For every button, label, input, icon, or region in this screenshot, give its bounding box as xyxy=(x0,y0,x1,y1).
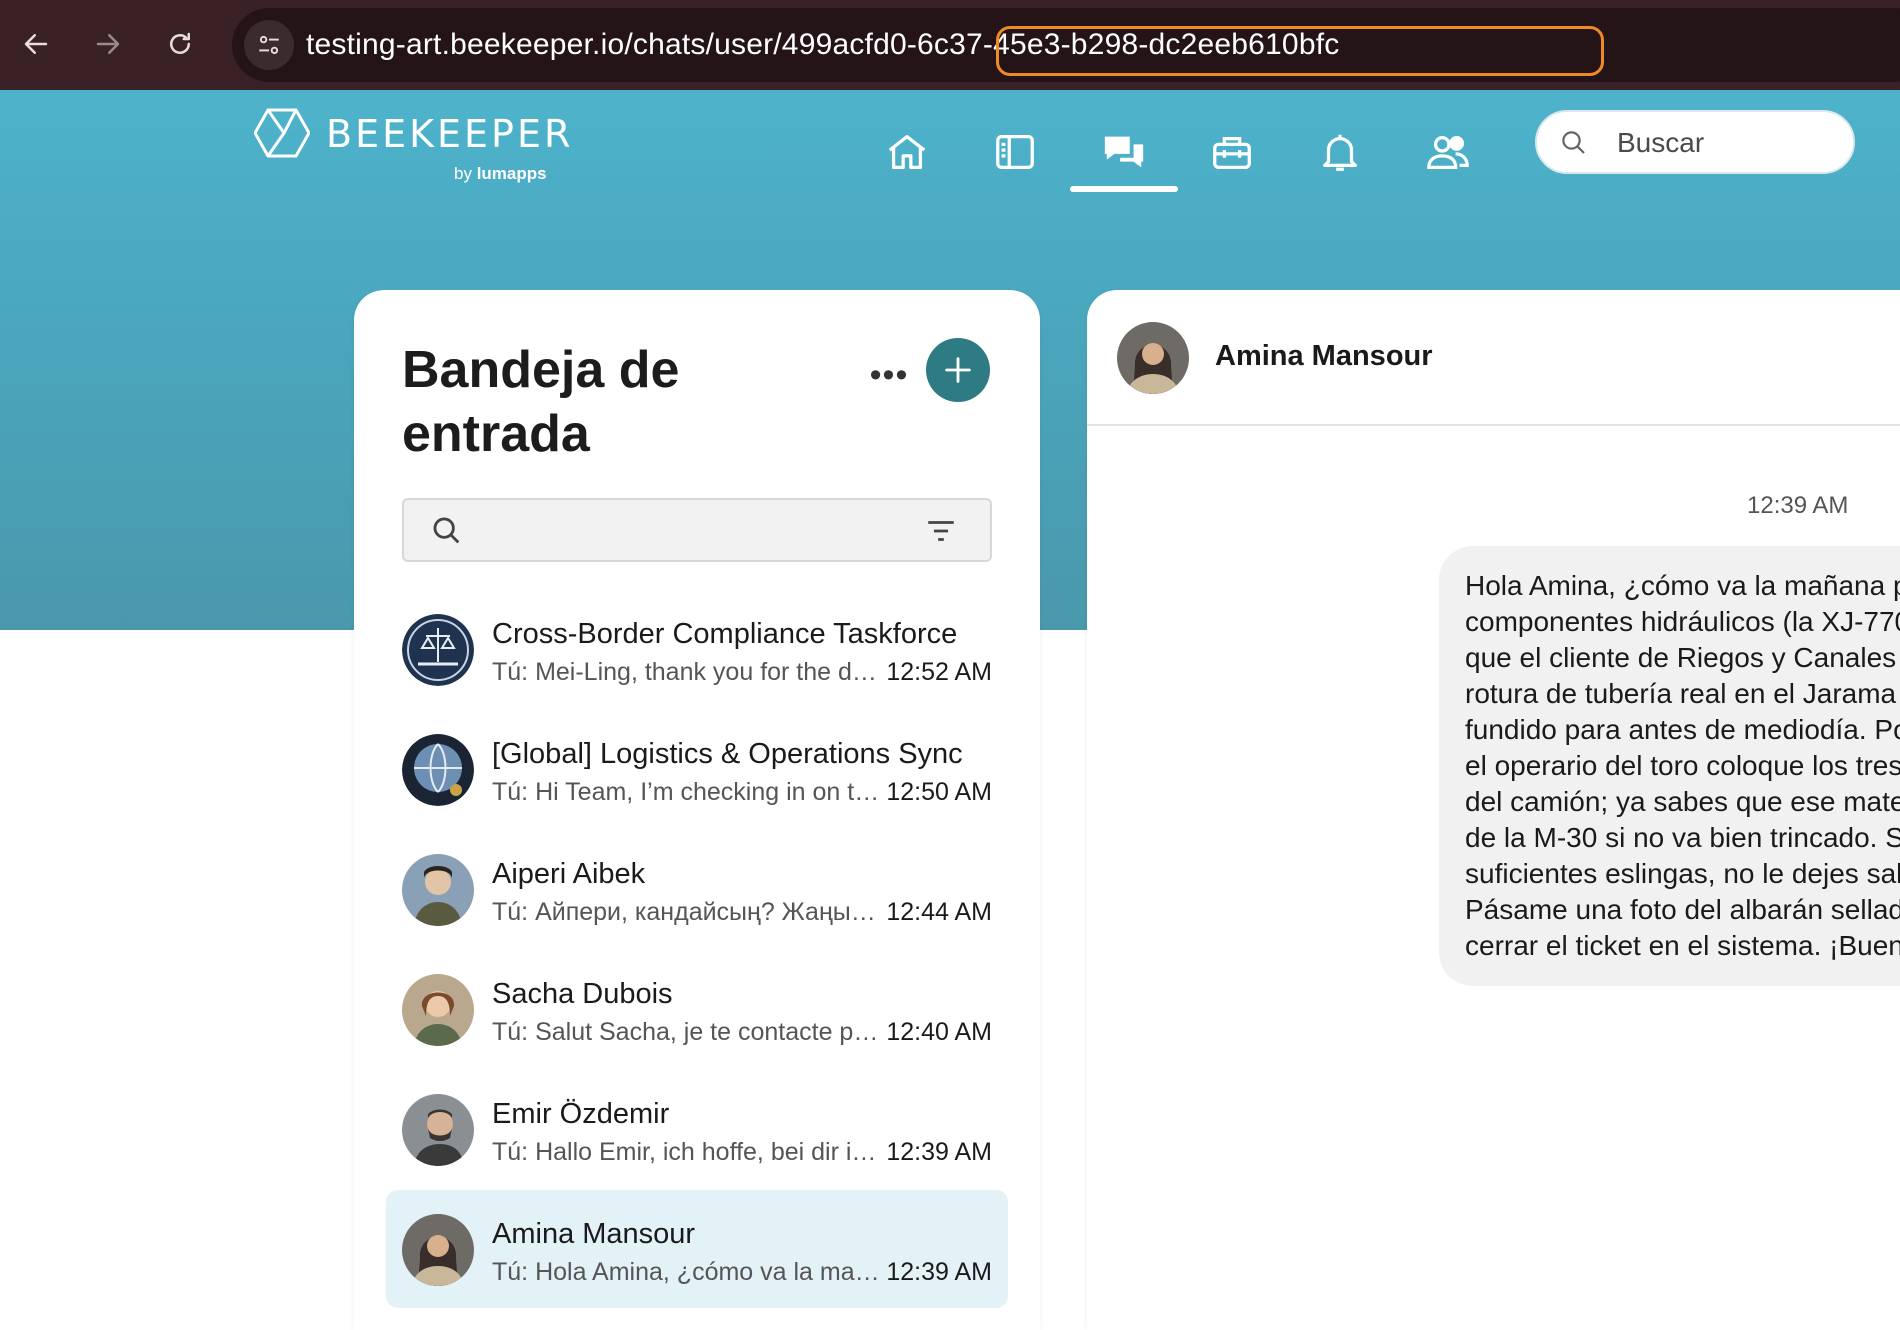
person-photo-icon xyxy=(402,1214,474,1286)
message-line: cerrar el ticket en el sistema. ¡Buen xyxy=(1465,930,1900,961)
chat-list-item[interactable]: [Global] Logistics & Operations Sync Tú:… xyxy=(386,710,1008,828)
inbox-title: Bandeja de entrada xyxy=(402,341,680,463)
chat-list-item[interactable]: Sacha Dubois Tú: Salut Sacha, je te cont… xyxy=(386,950,1008,1068)
message-timestamp: 12:39 AM xyxy=(1747,492,1849,519)
inbox-search-field[interactable] xyxy=(402,498,992,562)
person-photo-icon xyxy=(402,854,474,926)
filter-icon[interactable] xyxy=(924,516,958,546)
nav-home[interactable] xyxy=(853,112,961,192)
message-line: componentes hidráulicos (la XJ-770 xyxy=(1465,606,1900,637)
nav-notifications[interactable] xyxy=(1286,112,1394,192)
message-line: el operario del toro coloque los tres xyxy=(1465,750,1900,781)
person-photo-icon xyxy=(1117,322,1189,394)
global-search-input[interactable] xyxy=(1617,122,1837,164)
chat-time: 12:39 AM xyxy=(886,1138,992,1166)
user-avatar xyxy=(402,1094,474,1166)
chat-name: Emir Özdemir xyxy=(492,1098,670,1130)
group-avatar xyxy=(402,734,474,806)
user-avatar xyxy=(402,1214,474,1286)
chat-time: 12:40 AM xyxy=(886,1018,992,1046)
chat-name: Cross-Border Compliance Taskforce xyxy=(492,618,958,650)
chat-name: Amina Mansour xyxy=(492,1218,696,1250)
plus-icon xyxy=(945,357,971,383)
person-photo-icon xyxy=(402,974,474,1046)
message-line: de la M-30 si no va bien trincado. Si xyxy=(1465,822,1900,853)
more-options-button[interactable]: ••• xyxy=(854,340,924,410)
arrow-right-icon xyxy=(96,34,120,54)
address-bar[interactable]: testing-art.beekeeper.io/chats/user/499a… xyxy=(232,8,1900,82)
conversation-panel: Amina Mansour 12:39 AM Hola Amina, ¿cómo… xyxy=(1087,290,1900,1330)
chat-time: 12:50 AM xyxy=(886,778,992,806)
message-line: del camión; ya sabes que ese mater xyxy=(1465,786,1900,817)
home-icon xyxy=(888,135,926,169)
chat-preview: Tú: Mei-Ling, thank you for the de... xyxy=(492,658,882,686)
nav-toolbox[interactable] xyxy=(1178,112,1286,192)
chats-icon xyxy=(1104,136,1144,168)
more-icon: ••• xyxy=(869,355,909,394)
people-icon xyxy=(1427,135,1469,169)
inbox-panel: Bandeja de entrada ••• Cross-Border Comp… xyxy=(354,290,1040,1330)
active-nav-indicator xyxy=(1070,186,1178,192)
nav-chats[interactable] xyxy=(1070,112,1178,192)
reload-button[interactable] xyxy=(158,22,202,66)
notifications-icon xyxy=(1323,134,1357,171)
arrow-left-icon xyxy=(24,34,48,54)
chat-list-item[interactable]: Emir Özdemir Tú: Hallo Emir, ich hoffe, … xyxy=(386,1070,1008,1188)
chat-time: 12:39 AM xyxy=(886,1258,992,1286)
back-button[interactable] xyxy=(14,22,58,66)
compliance-badge-icon xyxy=(402,614,474,686)
group-avatar xyxy=(402,614,474,686)
browser-toolbar: testing-art.beekeeper.io/chats/user/499a… xyxy=(0,0,1900,90)
tune-icon xyxy=(259,35,279,55)
search-icon xyxy=(433,517,460,544)
reload-icon xyxy=(170,32,190,54)
chat-time: 12:52 AM xyxy=(886,658,992,686)
chat-name: [Global] Logistics & Operations Sync xyxy=(492,738,963,770)
journal-icon xyxy=(996,135,1034,169)
message-line: fundido para antes de mediodía. Po xyxy=(1465,714,1900,745)
toolbox-icon xyxy=(1213,136,1251,169)
chat-preview: Tú: Salut Sacha, je te contacte po... xyxy=(492,1018,882,1046)
search-icon xyxy=(1562,131,1585,154)
conversation-title: Amina Mansour xyxy=(1215,340,1433,372)
message-bubble[interactable]: Hola Amina, ¿cómo va la mañana p compone… xyxy=(1439,546,1900,986)
global-search[interactable] xyxy=(1535,110,1855,174)
user-avatar xyxy=(402,854,474,926)
chat-preview: Tú: Айпери, кандайсың? Жаңы м... xyxy=(492,898,882,926)
chat-preview: Tú: Hola Amina, ¿cómo va la mañ... xyxy=(492,1258,882,1286)
message-line: suficientes eslingas, no le dejes sali xyxy=(1465,858,1900,889)
conversation-header[interactable]: Amina Mansour xyxy=(1087,290,1900,426)
globe-icon xyxy=(402,734,474,806)
chat-time: 12:44 AM xyxy=(886,898,992,926)
url-highlight-box xyxy=(996,26,1604,76)
new-chat-button[interactable] xyxy=(926,338,990,402)
nav-people[interactable] xyxy=(1394,112,1502,192)
user-avatar[interactable] xyxy=(1117,322,1189,394)
message-line: que el cliente de Riegos y Canales t xyxy=(1465,642,1900,673)
chat-list-item[interactable]: Cross-Border Compliance Taskforce Tú: Me… xyxy=(386,590,1008,708)
person-photo-icon xyxy=(402,1094,474,1166)
chat-preview: Tú: Hi Team, I’m checking in on th... xyxy=(492,778,882,806)
nav-journal[interactable] xyxy=(961,112,1069,192)
chat-list-item[interactable]: Aiperi Aibek Tú: Айпери, кандайсың? Жаңы… xyxy=(386,830,1008,948)
site-info-button[interactable] xyxy=(244,20,294,70)
message-line: Hola Amina, ¿cómo va la mañana p xyxy=(1465,570,1900,601)
chat-preview: Tú: Hallo Emir, ich hoffe, bei dir in ..… xyxy=(492,1138,882,1166)
forward-button[interactable] xyxy=(86,22,130,66)
user-avatar xyxy=(402,974,474,1046)
chat-list-item-selected[interactable]: Amina Mansour Tú: Hola Amina, ¿cómo va l… xyxy=(386,1190,1008,1308)
chat-name: Sacha Dubois xyxy=(492,978,673,1010)
message-line: rotura de tubería real en el Jarama xyxy=(1465,678,1897,709)
chat-name: Aiperi Aibek xyxy=(492,858,646,890)
message-line: Pásame una foto del albarán sellad xyxy=(1465,894,1900,925)
